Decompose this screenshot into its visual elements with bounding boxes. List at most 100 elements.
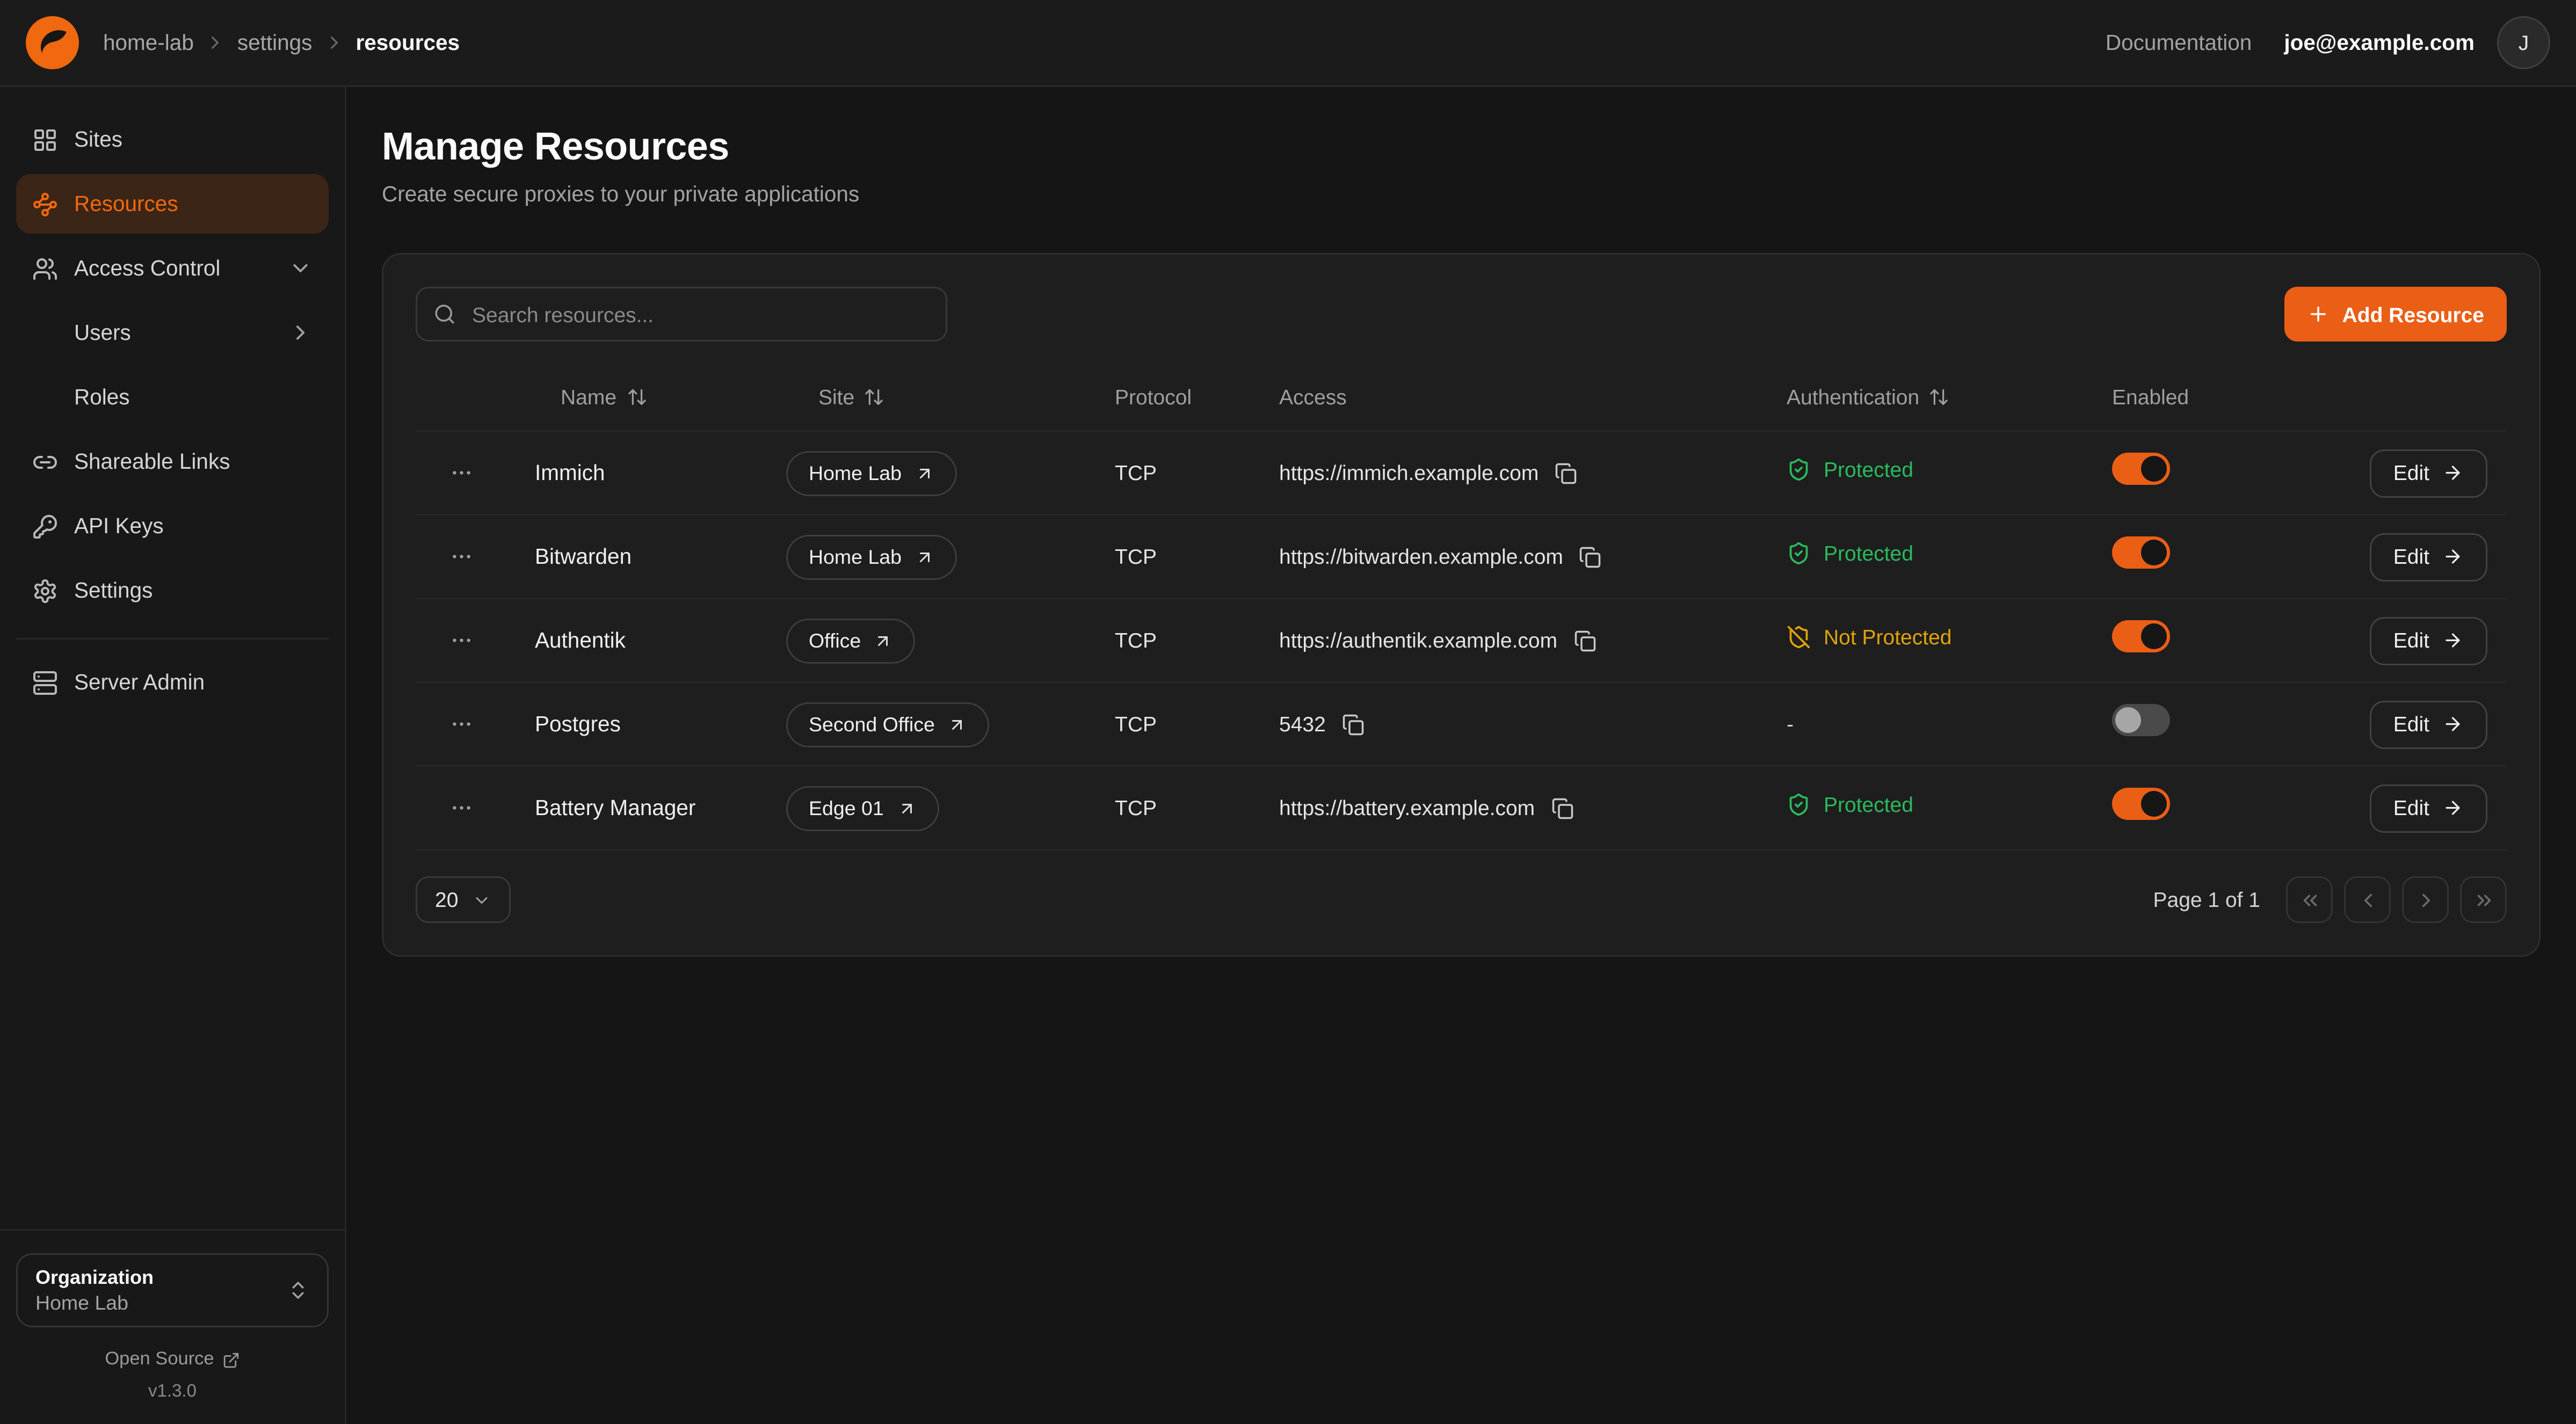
auth-label: Protected (1824, 541, 1913, 565)
page-label: Page 1 of 1 (2153, 888, 2261, 912)
site-link[interactable]: Home Lab (786, 451, 956, 496)
site-link[interactable]: Home Lab (786, 534, 956, 579)
add-resource-label: Add Resource (2342, 302, 2484, 326)
last-page-button[interactable] (2460, 876, 2507, 923)
arrow-up-right-icon (874, 631, 893, 650)
site-link[interactable]: Edge 01 (786, 786, 939, 831)
sidebar-item-api-keys[interactable]: API Keys (16, 496, 329, 556)
enabled-toggle[interactable] (2112, 788, 2170, 820)
site-name: Home Lab (809, 546, 902, 568)
first-page-button[interactable] (2286, 876, 2333, 923)
add-resource-button[interactable]: Add Resource (2284, 287, 2507, 342)
app-logo[interactable] (26, 16, 79, 69)
plus-icon (2307, 303, 2330, 325)
grid-icon (32, 127, 58, 152)
sidebar-item-roles[interactable]: Roles (16, 367, 329, 427)
copy-icon (1551, 797, 1573, 819)
copy-button[interactable] (1342, 711, 1368, 737)
copy-button[interactable] (1551, 795, 1577, 821)
sidebar-item-label: Access Control (74, 256, 220, 280)
edit-button[interactable]: Edit (2369, 616, 2487, 665)
user-menu[interactable]: joe@example.com J (2284, 16, 2550, 69)
edit-label: Edit (2393, 712, 2429, 736)
ellipsis-icon (449, 628, 473, 652)
site-link[interactable]: Second Office (786, 702, 990, 747)
enabled-toggle[interactable] (2112, 453, 2170, 485)
row-actions-button[interactable] (441, 621, 480, 660)
sidebar-item-resources[interactable]: Resources (16, 174, 329, 234)
enabled-toggle[interactable] (2112, 704, 2170, 736)
next-page-button[interactable] (2402, 876, 2449, 923)
row-actions-button[interactable] (441, 537, 480, 576)
sidebar-item-label: API Keys (74, 514, 164, 538)
access-url: https://battery.example.com (1279, 796, 1535, 820)
chevron-left-icon (2356, 889, 2379, 911)
sidebar-item-access-control[interactable]: Access Control (16, 238, 329, 298)
sidebar-item-sites[interactable]: Sites (16, 110, 329, 169)
edit-label: Edit (2393, 796, 2429, 820)
resource-name: Authentik (506, 628, 764, 652)
version-label: v1.3.0 (16, 1382, 329, 1401)
enabled-toggle[interactable] (2112, 536, 2170, 569)
page-subtitle: Create secure proxies to your private ap… (382, 182, 2541, 206)
site-name: Second Office (809, 713, 935, 736)
copy-button[interactable] (1573, 628, 1599, 653)
sidebar-item-settings[interactable]: Settings (16, 561, 329, 620)
access-url: https://authentik.example.com (1279, 628, 1557, 652)
gear-icon (32, 578, 58, 604)
site-link[interactable]: Office (786, 618, 916, 663)
protocol-value: TCP (1086, 796, 1250, 820)
protocol-value: TCP (1086, 712, 1250, 736)
main-content: Manage Resources Create secure proxies t… (346, 87, 2576, 1424)
shield-check-icon (1787, 792, 1811, 816)
search-input[interactable] (416, 287, 947, 342)
open-source-link[interactable]: Open Source (105, 1350, 240, 1369)
organization-selector[interactable]: Organization Home Lab (16, 1253, 329, 1327)
auth-label: Protected (1824, 792, 1913, 816)
site-name: Home Lab (809, 462, 902, 484)
resource-name: Bitwarden (506, 544, 764, 569)
copy-button[interactable] (1579, 544, 1605, 570)
enabled-toggle[interactable] (2112, 620, 2170, 652)
ellipsis-icon (449, 796, 473, 820)
sort-by-name[interactable]: Name (561, 385, 647, 409)
chevron-down-icon (473, 890, 492, 910)
breadcrumb-settings[interactable]: settings (237, 31, 313, 55)
documentation-link[interactable]: Documentation (2106, 31, 2252, 55)
sidebar-item-users[interactable]: Users (16, 303, 329, 362)
toggle-thumb (2141, 623, 2167, 649)
auth-status: Protected (1787, 457, 1913, 481)
auth-status: Not Protected (1787, 624, 1952, 649)
arrow-right-icon (2442, 630, 2463, 651)
row-actions-button[interactable] (441, 789, 480, 827)
edit-button[interactable]: Edit (2369, 784, 2487, 832)
table-header-row: Name Site Protocol Access (416, 364, 2507, 432)
sort-by-authentication[interactable]: Authentication (1787, 385, 1950, 409)
page-size-select[interactable]: 20 (416, 876, 511, 923)
sidebar-divider (16, 638, 329, 640)
arrow-up-down-icon (864, 387, 885, 408)
header-access: Access (1250, 385, 1758, 409)
breadcrumb: home-lab settings resources (103, 31, 460, 55)
breadcrumb-home-lab[interactable]: home-lab (103, 31, 194, 55)
row-actions-button[interactable] (441, 705, 480, 744)
edit-button[interactable]: Edit (2369, 700, 2487, 749)
edit-button[interactable]: Edit (2369, 533, 2487, 581)
previous-page-button[interactable] (2344, 876, 2391, 923)
header-enabled: Enabled (2083, 385, 2244, 409)
edit-button[interactable]: Edit (2369, 449, 2487, 497)
resource-name: Immich (506, 461, 764, 485)
table-row: Battery Manager Edge 01 TCP https://batt… (416, 767, 2507, 851)
edit-label: Edit (2393, 544, 2429, 569)
sidebar-item-label: Sites (74, 127, 122, 151)
sort-by-site[interactable]: Site (818, 385, 885, 409)
chevron-right-icon (205, 32, 226, 53)
copy-button[interactable] (1555, 460, 1580, 486)
auth-label: Not Protected (1824, 624, 1952, 649)
breadcrumb-resources[interactable]: resources (355, 31, 460, 55)
row-actions-button[interactable] (441, 454, 480, 492)
sidebar-item-label: Settings (74, 578, 153, 602)
sidebar-item-server-admin[interactable]: Server Admin (16, 652, 329, 712)
sidebar-item-shareable-links[interactable]: Shareable Links (16, 432, 329, 491)
protocol-value: TCP (1086, 628, 1250, 652)
